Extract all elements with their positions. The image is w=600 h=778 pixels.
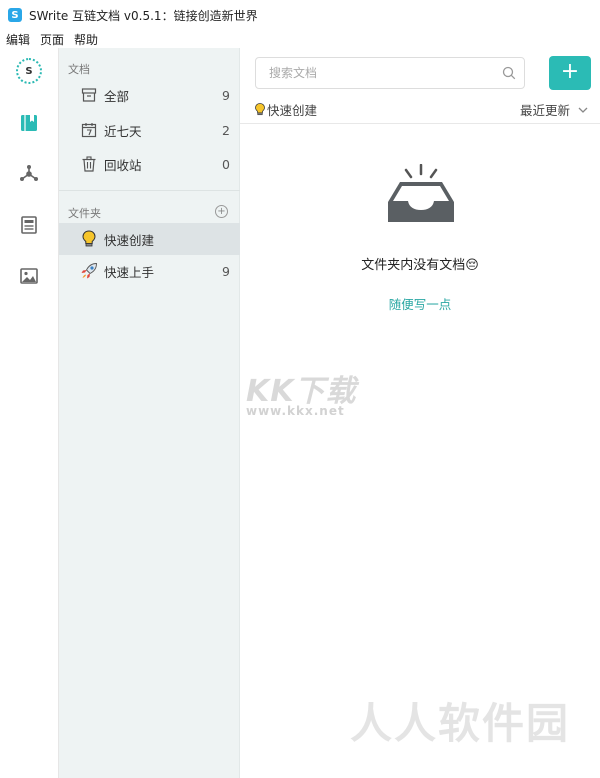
current-folder-label: 快速创建	[267, 103, 318, 118]
kk-watermark-url: www.kkx.net	[246, 404, 345, 418]
item-count: 9	[222, 263, 230, 279]
avatar[interactable]: S	[16, 58, 42, 84]
sidebar-item-trash[interactable]: 回收站 0	[59, 148, 240, 180]
sidebar-item-label: 回收站	[104, 157, 142, 173]
menu-edit[interactable]: 编辑	[6, 31, 30, 48]
folder-item-label: 快速创建	[104, 232, 155, 248]
sidebar-item-all[interactable]: 全部 9	[59, 79, 240, 111]
share-graph-icon[interactable]	[18, 163, 40, 185]
menu-page[interactable]: 页面	[40, 31, 64, 48]
book-icon[interactable]	[18, 112, 40, 134]
folders-section-label: 文件夹	[68, 207, 101, 220]
sidebar-item-label: 近七天	[104, 123, 142, 139]
rr-watermark: 人人软件园	[350, 699, 571, 748]
write-something-link[interactable]: 随便写一点	[240, 294, 600, 313]
search-box[interactable]	[255, 57, 525, 89]
empty-inbox-icon	[386, 163, 456, 229]
document-icon[interactable]	[18, 214, 40, 236]
rocket-icon	[80, 262, 98, 280]
window-title: SWrite 互链文档 v0.5.1：链接创造新世界	[29, 8, 258, 23]
sidebar: 文档 全部 9 近七天 2 回收站 0 文件夹 + 快速创建 快速上手 9	[59, 48, 240, 778]
item-count: 2	[222, 122, 230, 138]
current-folder-tag: 快速创建	[254, 100, 317, 119]
item-count: 9	[222, 87, 230, 103]
lightbulb-icon	[254, 102, 266, 117]
sidebar-item-last-7-days[interactable]: 近七天 2	[59, 114, 240, 146]
sort-label: 最近更新	[519, 103, 570, 118]
folder-item-quick-start[interactable]: 快速上手 9	[59, 255, 240, 287]
item-count: 0	[222, 156, 230, 172]
folder-item-quick-create[interactable]: 快速创建	[59, 223, 240, 255]
search-input[interactable]	[256, 58, 486, 88]
lightbulb-icon	[80, 230, 98, 248]
list-toolbar: 快速创建 最近更新	[240, 96, 600, 124]
add-folder-button[interactable]: +	[215, 205, 228, 218]
chevron-down-icon	[578, 106, 588, 114]
trash-icon	[80, 155, 98, 173]
sort-dropdown[interactable]: 最近更新	[520, 100, 588, 119]
archive-icon	[80, 86, 98, 104]
search-icon[interactable]	[502, 66, 516, 80]
add-document-button[interactable]: +	[549, 56, 591, 90]
app-logo-icon: S	[8, 8, 22, 22]
docs-section-label: 文档	[68, 63, 90, 76]
divider	[59, 190, 240, 191]
menu-bar: 编辑 页面 帮助	[0, 30, 600, 48]
sidebar-item-label: 全部	[104, 88, 130, 104]
folder-item-label: 快速上手	[104, 264, 155, 280]
icon-nav-bar: S	[0, 48, 59, 778]
calendar-icon	[80, 121, 98, 139]
image-icon[interactable]	[18, 265, 40, 287]
title-bar: S SWrite 互链文档 v0.5.1：链接创造新世界	[0, 0, 600, 30]
menu-help[interactable]: 帮助	[74, 31, 98, 48]
empty-state-text: 文件夹内没有文档😔	[361, 258, 479, 273]
